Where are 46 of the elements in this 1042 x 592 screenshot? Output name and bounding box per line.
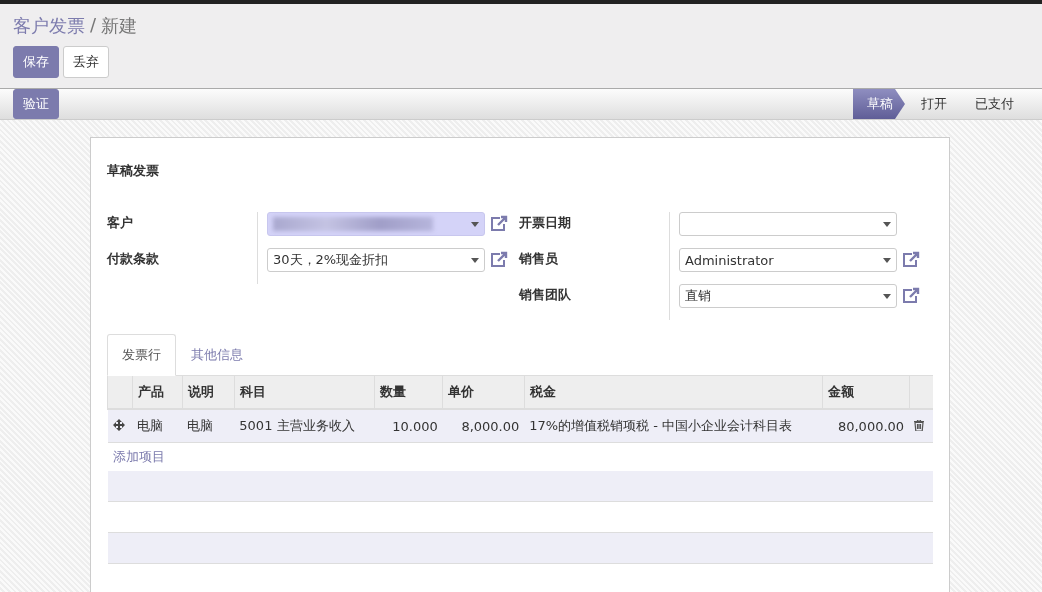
select-field[interactable]: 直销: [679, 284, 897, 308]
table-cell: 电脑: [137, 418, 164, 433]
external-link-icon[interactable]: [901, 251, 921, 269]
sheet-title: 草稿发票: [107, 162, 160, 180]
table-cell: 17%的增值税销项税 - 中国小企业会计科目表: [529, 418, 793, 433]
validate-button[interactable]: 验证: [13, 89, 59, 119]
table-cell: 80,000.00: [837, 418, 905, 434]
select-field[interactable]: Administrator: [679, 248, 897, 272]
table-cell: 电脑: [187, 418, 214, 433]
breadcrumb-current: 新建: [101, 14, 138, 38]
blurred-field[interactable]: [267, 212, 485, 236]
caret-icon[interactable]: [471, 257, 479, 263]
select-field[interactable]: [679, 212, 897, 236]
field-label: 销售团队: [519, 286, 572, 304]
caret-icon[interactable]: [883, 221, 891, 227]
external-link-icon[interactable]: [489, 215, 509, 233]
tab[interactable]: 其他信息: [176, 334, 258, 376]
save-button[interactable]: 保存: [13, 46, 59, 78]
tab[interactable]: 发票行: [107, 334, 176, 376]
trash-icon[interactable]: [914, 419, 925, 431]
drag-handle-icon[interactable]: [112, 418, 125, 431]
breadcrumb-separator: /: [90, 14, 97, 37]
column-header: 税金: [529, 384, 556, 399]
field-label: 开票日期: [519, 214, 572, 232]
status-stage[interactable]: 草稿: [853, 89, 905, 119]
add-item-link[interactable]: 添加项目: [112, 449, 165, 464]
discard-button[interactable]: 丢弃: [63, 46, 109, 78]
column-header: 说明: [187, 384, 214, 399]
column-header: 金额: [827, 384, 854, 399]
column-header: 数量: [379, 384, 406, 399]
caret-icon[interactable]: [883, 257, 891, 263]
field-label: 销售员: [519, 250, 559, 268]
external-link-icon[interactable]: [901, 287, 921, 305]
column-header: 产品: [137, 384, 164, 399]
field-label: 客户: [107, 214, 134, 232]
table-cell: 5001 主营业务收入: [239, 418, 355, 433]
column-header: 科目: [239, 384, 266, 399]
field-label: 付款条款: [107, 250, 160, 268]
caret-icon[interactable]: [883, 293, 891, 299]
table-cell: 8,000.00: [461, 418, 520, 434]
caret-icon[interactable]: [471, 221, 479, 227]
external-link-icon[interactable]: [489, 251, 509, 269]
select-field[interactable]: 30天，2%现金折扣: [267, 248, 485, 272]
column-header: 单价: [448, 384, 475, 399]
table-cell: 10.000: [392, 418, 438, 434]
breadcrumb-link[interactable]: 客户发票: [13, 14, 85, 38]
